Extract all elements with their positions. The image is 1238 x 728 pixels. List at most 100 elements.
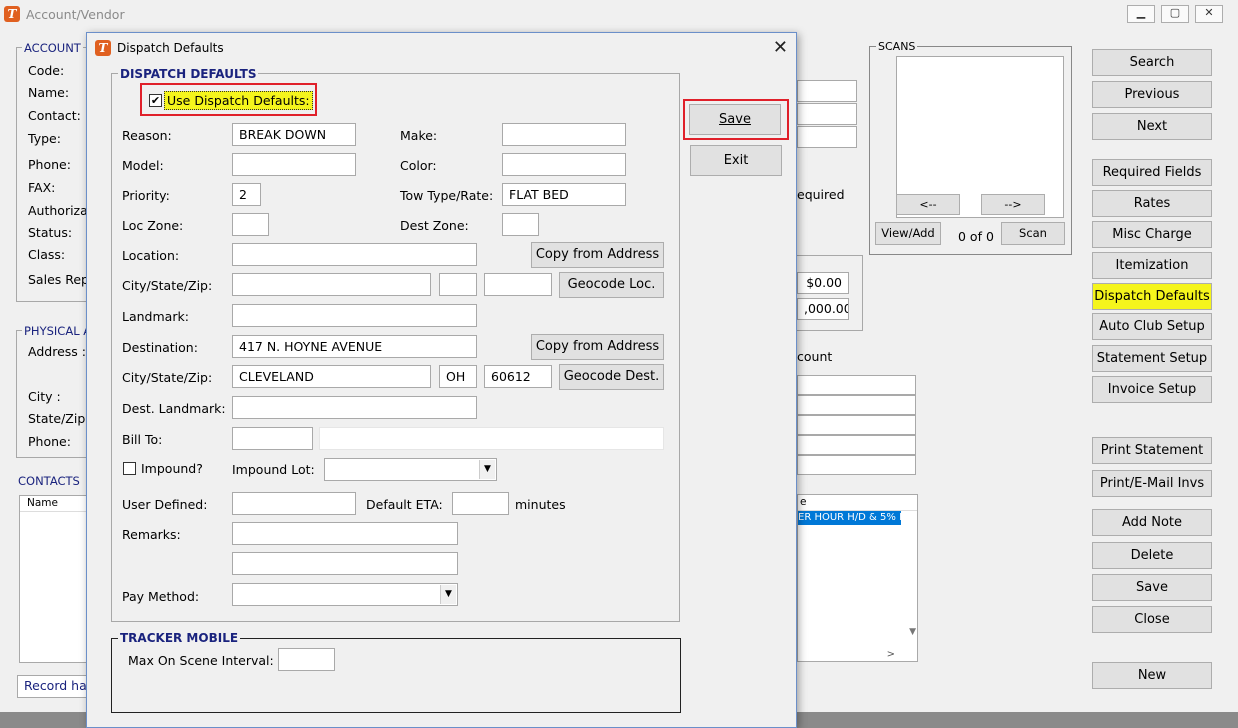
dest-zone-field[interactable] [502,213,539,236]
scan-prev-button[interactable]: <-- [896,194,960,215]
maximize-button[interactable]: ▢ [1161,5,1189,23]
pay-method-select[interactable]: ▼ [232,583,458,606]
bill-to-name-display [319,427,664,450]
rates-list-row[interactable]: ER HOUR H/D & 5% FSC [798,511,901,525]
remarks-field-1[interactable] [232,522,458,545]
invoice-setup-button[interactable]: Invoice Setup [1092,376,1212,403]
contacts-list[interactable]: Name [19,495,89,663]
print-email-invs-button[interactable]: Print/E-Mail Invs [1092,470,1212,497]
landmark-field[interactable] [232,304,477,327]
location-city-field[interactable] [232,273,431,296]
code-label: Code: [28,63,65,78]
tow-type-field[interactable]: FLAT BED [502,183,626,206]
rates-button[interactable]: Rates [1092,190,1212,217]
bill-to-code-field[interactable] [232,427,313,450]
misc-charge-button[interactable]: Misc Charge [1092,221,1212,248]
impound-lot-select[interactable]: ▼ [324,458,497,481]
color-field[interactable] [502,153,626,176]
reason-field[interactable]: BREAK DOWN [232,123,356,146]
contacts-title: CONTACTS [16,474,82,488]
record-status-field: Record ha [17,675,89,698]
dest-zone-label: Dest Zone: [400,218,469,233]
make-field[interactable] [502,123,626,146]
state-zip-label: State/Zip [28,411,86,426]
user-defined-label: User Defined: [122,497,208,512]
pay-method-dropdown-icon[interactable]: ▼ [440,585,456,604]
delete-button[interactable]: Delete [1092,542,1212,569]
dialog-close-button[interactable]: ✕ [773,37,788,58]
dialog-exit-button[interactable]: Exit [690,145,782,176]
location-state-field[interactable] [439,273,477,296]
dialog-save-button[interactable]: Save [689,104,781,135]
dest-landmark-field[interactable] [232,396,477,419]
required-fields-button[interactable]: Required Fields [1092,159,1212,186]
copy-from-address-location-button[interactable]: Copy from Address [531,242,664,268]
destination-state-field[interactable]: OH [439,365,477,388]
dispatch-defaults-dialog: T Dispatch Defaults ✕ DISPATCH DEFAULTS … [86,32,797,728]
authorization-label: Authoriza [28,203,88,218]
remarks-field-2[interactable] [232,552,458,575]
dispatch-defaults-button[interactable]: Dispatch Defaults [1092,283,1212,310]
amount-field-2[interactable]: ,000.00 [797,298,849,320]
scroll-right-icon[interactable]: > [887,649,895,660]
account-field-2[interactable] [797,103,857,125]
mid-field-4[interactable] [797,435,916,455]
mid-field-5[interactable] [797,455,916,475]
minimize-button[interactable]: ▁ [1127,5,1155,23]
max-on-scene-field[interactable] [278,648,335,671]
scan-next-button[interactable]: --> [981,194,1045,215]
view-add-button[interactable]: View/Add [875,222,941,245]
tracker-mobile-group [111,638,681,713]
add-note-button[interactable]: Add Note [1092,509,1212,536]
user-defined-field[interactable] [232,492,356,515]
color-label: Color: [400,158,437,173]
pay-method-label: Pay Method: [122,589,200,604]
default-eta-field[interactable] [452,492,509,515]
destination-field[interactable]: 417 N. HOYNE AVENUE [232,335,477,358]
model-field[interactable] [232,153,356,176]
location-zip-field[interactable] [484,273,552,296]
geocode-loc-button[interactable]: Geocode Loc. [559,272,664,298]
mid-field-1[interactable] [797,375,916,395]
scans-title: SCANS [876,40,918,53]
impound-checkbox[interactable] [123,462,136,475]
default-eta-label: Default ETA: [366,497,443,512]
statement-setup-button[interactable]: Statement Setup [1092,345,1212,372]
destination-zip-field[interactable]: 60612 [484,365,552,388]
print-statement-button[interactable]: Print Statement [1092,437,1212,464]
loc-zone-field[interactable] [232,213,269,236]
minutes-label: minutes [515,497,566,512]
use-defaults-checkbox[interactable]: ✔ [149,94,162,107]
destination-city-field[interactable]: CLEVELAND [232,365,431,388]
close-button[interactable]: Close [1092,606,1212,633]
search-button[interactable]: Search [1092,49,1212,76]
close-window-button[interactable]: ✕ [1195,5,1223,23]
mid-field-3[interactable] [797,415,916,435]
model-label: Model: [122,158,164,173]
account-field-3[interactable] [797,126,857,148]
make-label: Make: [400,128,438,143]
account-field-1[interactable] [797,80,857,102]
location-label: Location: [122,248,180,263]
priority-label: Priority: [122,188,170,203]
save-button[interactable]: Save [1092,574,1212,601]
mid-field-2[interactable] [797,395,916,415]
account-group-title: ACCOUNT [22,41,83,55]
itemization-button[interactable]: Itemization [1092,252,1212,279]
scan-button[interactable]: Scan [1001,222,1065,245]
scroll-down-icon[interactable]: ▼ [909,627,916,637]
geocode-dest-button[interactable]: Geocode Dest. [559,364,664,390]
use-defaults-label[interactable]: Use Dispatch Defaults: [164,91,313,110]
amount-field-1[interactable]: $0.00 [797,272,849,294]
next-button[interactable]: Next [1092,113,1212,140]
rates-list[interactable]: e ER HOUR H/D & 5% FSC ▼ > [797,494,918,662]
impound-lot-dropdown-icon[interactable]: ▼ [479,460,495,479]
copy-from-address-destination-button[interactable]: Copy from Address [531,334,664,360]
auto-club-setup-button[interactable]: Auto Club Setup [1092,313,1212,340]
contacts-name-header[interactable]: Name [20,496,88,512]
location-field[interactable] [232,243,477,266]
previous-button[interactable]: Previous [1092,81,1212,108]
priority-field[interactable]: 2 [232,183,261,206]
new-button[interactable]: New [1092,662,1212,689]
impound-label[interactable]: Impound? [141,461,203,476]
